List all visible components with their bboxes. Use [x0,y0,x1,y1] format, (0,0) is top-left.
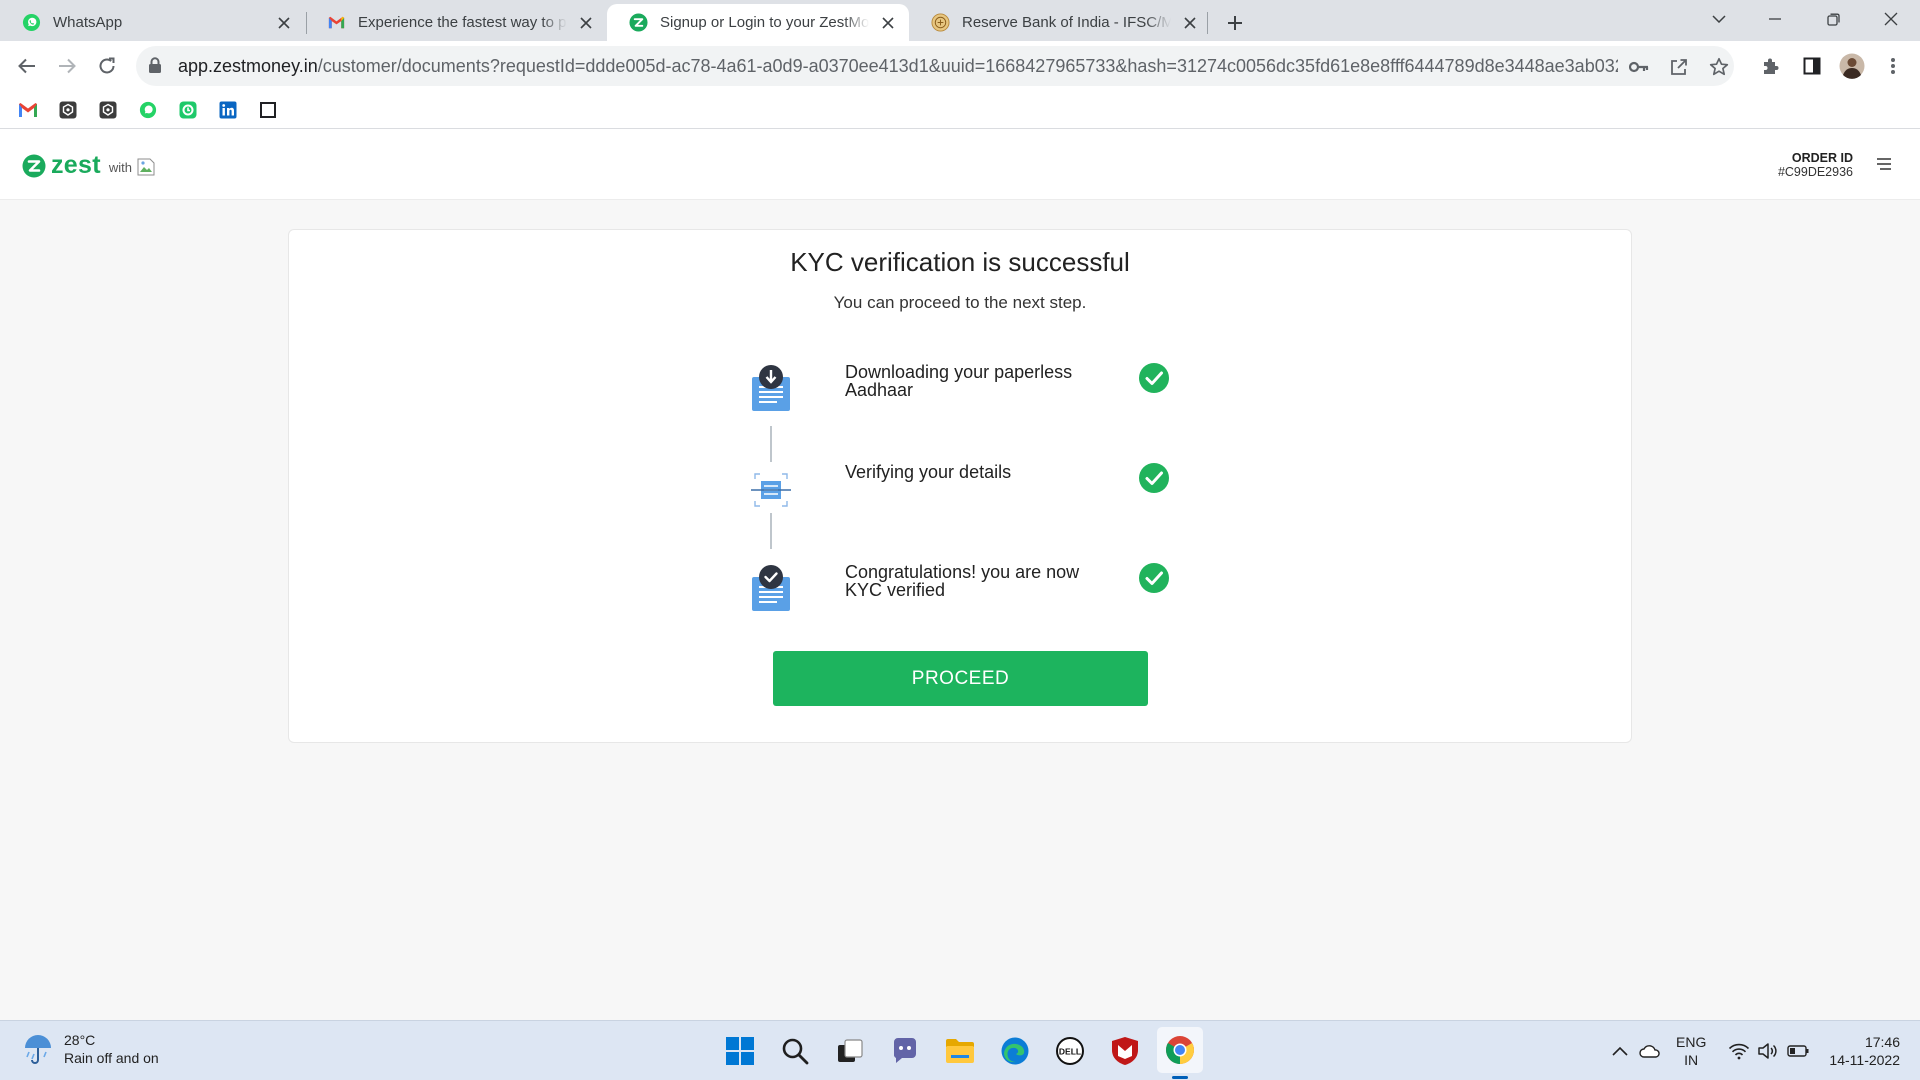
tab-close-icon[interactable] [273,12,295,34]
back-arrow-icon[interactable] [10,49,44,83]
minimize-icon[interactable] [1752,0,1798,38]
weather-desc: Rain off and on [64,1050,159,1066]
document-download-icon [752,365,790,411]
tab-close-icon[interactable] [575,12,597,34]
check-circle-icon [1139,463,1169,493]
forward-arrow-icon[interactable] [50,49,84,83]
kyc-title: KYC verification is successful [790,247,1130,277]
menu-kebab-icon[interactable] [1877,50,1909,82]
reload-icon[interactable] [90,49,124,83]
kyc-success-card: KYC verification is successful You can p… [288,229,1632,743]
profile-avatar[interactable] [1836,50,1868,82]
battery-icon[interactable] [1786,1039,1810,1063]
share-icon[interactable] [1666,54,1692,80]
windows-taskbar: 28°C Rain off and on DELL ENG IN 17:46 1… [0,1020,1920,1080]
restore-icon[interactable] [1810,0,1856,38]
key-icon[interactable] [1626,54,1652,80]
url-path: /customer/documents?requestId=ddde005d-a… [317,56,1618,76]
bookmarks-bar [0,91,1920,129]
file-explorer-icon[interactable] [943,1034,977,1068]
weather-widget[interactable]: 28°C Rain off and on [22,1031,159,1067]
gmail-icon [328,16,345,29]
rain-umbrella-icon [25,1035,51,1064]
app-header: zest with ORDER ID #C99DE2936 [0,129,1920,200]
document-scan-icon [751,473,791,507]
tab-title: WhatsApp [53,14,123,31]
extension-bookmark-icon[interactable] [97,99,119,121]
teams-chat-icon[interactable] [888,1034,922,1068]
zest-icon [629,13,648,32]
tab-close-icon[interactable] [1179,12,1201,34]
url-text[interactable]: app.zestmoney.in/customer/documents?requ… [178,56,1618,77]
logo-text: zest [51,151,101,179]
close-window-icon[interactable] [1868,0,1914,38]
address-bar[interactable]: app.zestmoney.in/customer/documents?requ… [136,46,1734,86]
chrome-icon[interactable] [1157,1027,1203,1073]
linkedin-icon[interactable] [217,99,239,121]
app-bookmark-icon[interactable] [177,99,199,121]
tab-title: Experience the fastest way to pay [358,14,567,31]
tab-gmail[interactable]: Experience the fastest way to pay [305,4,607,41]
check-circle-icon [1139,563,1169,593]
zest-logo-icon [22,154,46,177]
document-verified-icon [752,565,790,611]
proceed-button[interactable]: PROCEED [773,651,1148,706]
check-circle-icon [1139,363,1169,393]
whatsapp-icon [22,13,41,32]
windows-start-icon[interactable] [723,1034,757,1068]
clock-date: 14-11-2022 [1829,1052,1900,1068]
order-id-label: ORDER ID [1791,151,1853,165]
rbi-icon [931,13,950,32]
tab-title: Reserve Bank of India - IFSC/MICR [962,14,1171,31]
tab-rbi[interactable]: Reserve Bank of India - IFSC/MICR [909,4,1211,41]
square-bookmark-icon[interactable] [257,99,279,121]
tab-whatsapp[interactable]: WhatsApp [0,4,305,41]
step-label: Verifying your details [845,462,1012,482]
system-clock[interactable]: 17:46 14-11-2022 [1829,1033,1900,1069]
logo-with-text: with [108,160,132,175]
browser-tab-strip: WhatsApp Experience the fastest way to p… [0,0,1920,41]
zest-logo[interactable]: zest with [22,151,156,180]
step-label: Congratulations! you are now KYC verifie… [845,562,1080,600]
extensions-puzzle-icon[interactable] [1755,50,1787,82]
search-icon[interactable] [778,1034,812,1068]
lang-region: IN [1684,1052,1699,1068]
url-host: app.zestmoney.in [178,56,318,76]
tray-chevron-up-icon[interactable] [1608,1039,1632,1063]
weather-temp: 28°C [64,1032,96,1048]
task-view-icon[interactable] [833,1034,867,1068]
clock-time: 17:46 [1864,1034,1900,1050]
hamburger-menu-icon[interactable] [1874,154,1894,174]
bookmark-star-icon[interactable] [1706,54,1732,80]
tab-separator [1207,12,1208,34]
lang-code: ENG [1676,1034,1707,1050]
new-tab-icon[interactable] [1220,8,1250,38]
svg-text:DELL: DELL [1059,1047,1081,1057]
step-connector [770,513,772,549]
gmail-bookmark-icon[interactable] [17,99,39,121]
kyc-subtitle: You can proceed to the next step. [833,293,1087,312]
order-id-value: #C99DE2936 [1777,165,1853,179]
browser-toolbar: app.zestmoney.in/customer/documents?requ… [0,41,1920,91]
lock-icon[interactable] [148,57,162,74]
extension-bookmark-icon[interactable] [57,99,79,121]
tab-zestmoney[interactable]: Signup or Login to your ZestMoney [607,4,909,41]
onedrive-cloud-icon[interactable] [1638,1039,1662,1063]
side-panel-icon[interactable] [1796,50,1828,82]
tab-search-chevron-icon[interactable] [1696,0,1742,38]
edge-browser-icon[interactable] [998,1034,1032,1068]
tab-close-icon[interactable] [877,12,899,34]
step-connector [770,426,772,462]
language-indicator[interactable]: ENG IN [1676,1033,1706,1069]
chrome-active-indicator [1172,1076,1188,1079]
dell-icon[interactable]: DELL [1053,1034,1087,1068]
whatsapp-bookmark-icon[interactable] [137,99,159,121]
order-info: ORDER ID #C99DE2936 [1778,151,1853,179]
step-label: Downloading your paperless Aadhaar [845,362,1073,400]
wifi-icon[interactable] [1727,1039,1751,1063]
broken-image-icon [137,158,155,175]
mcafee-icon[interactable] [1108,1034,1142,1068]
tab-title: Signup or Login to your ZestMoney [660,14,869,31]
volume-icon[interactable] [1756,1039,1780,1063]
